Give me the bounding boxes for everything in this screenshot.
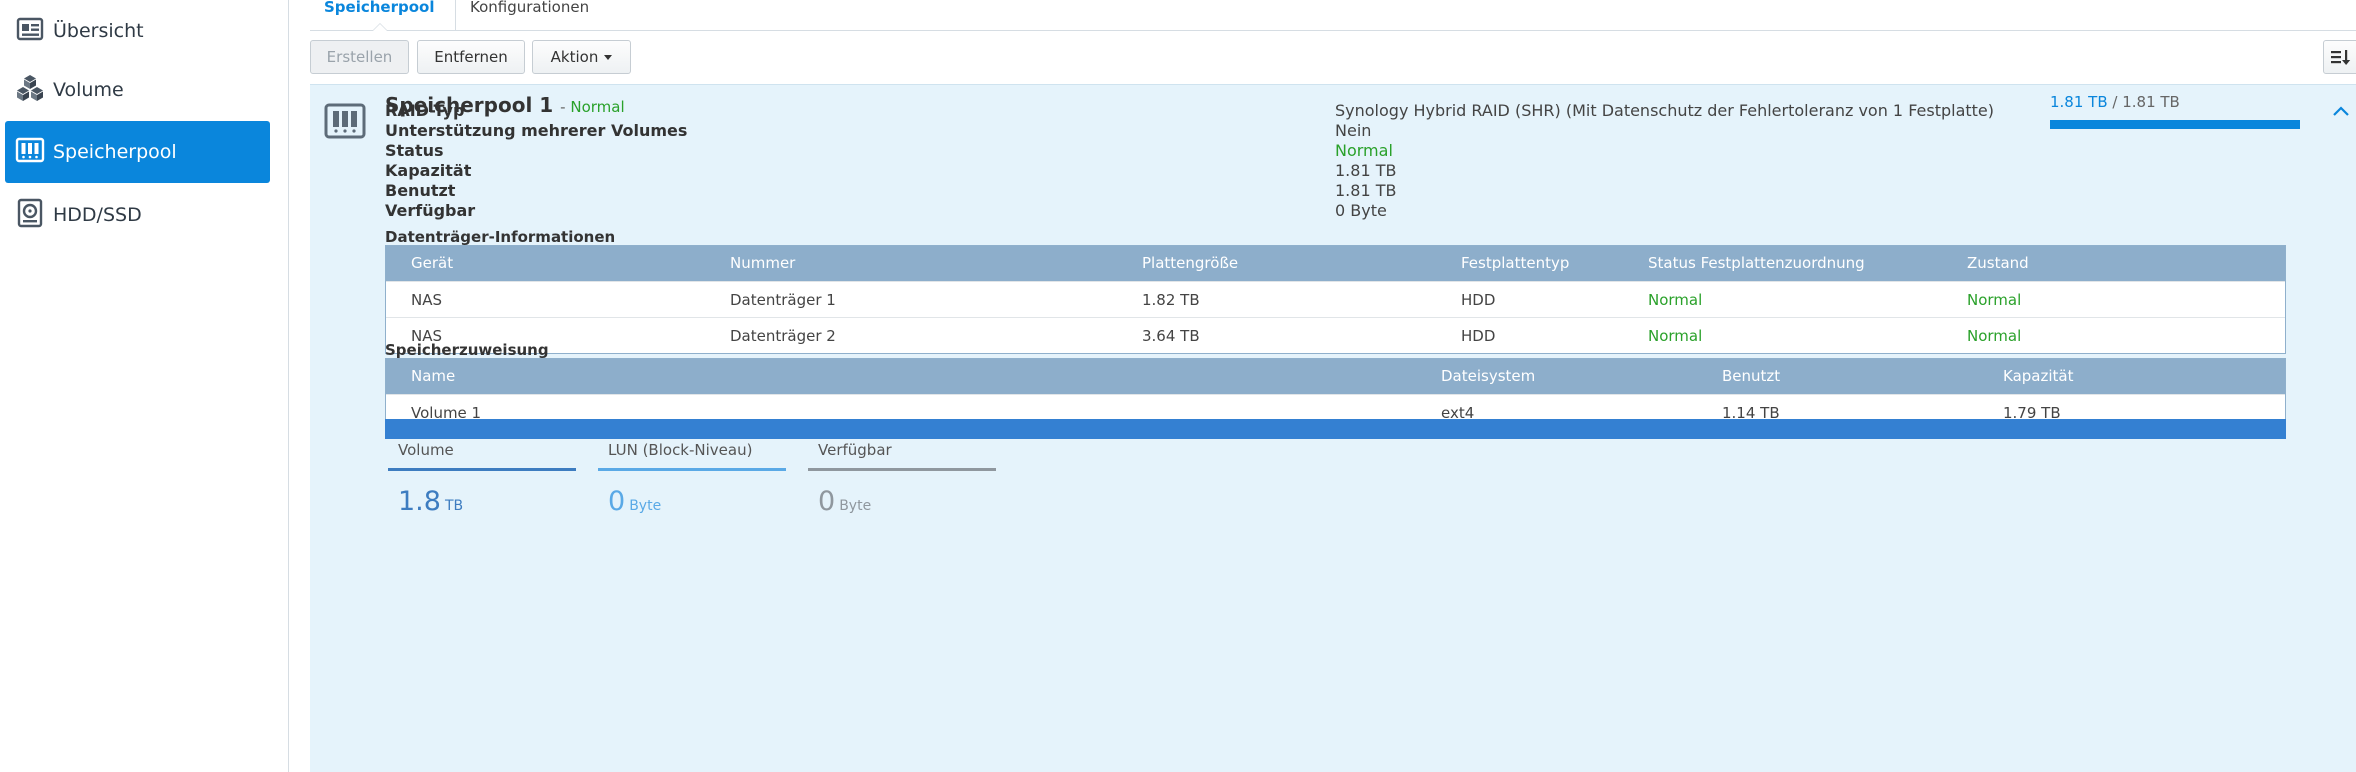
disk-info-table: Gerät Nummer Plattengröße Festplattentyp… — [385, 245, 2286, 354]
table-row[interactable]: NAS Datenträger 2 3.64 TB HDD Normal Nor… — [386, 317, 2285, 353]
property-label-available: Verfügbar — [385, 201, 476, 220]
legend-label: Verfügbar — [818, 441, 892, 459]
table-cell: 3.64 TB — [1142, 327, 1200, 345]
table-row[interactable]: NAS Datenträger 1 1.82 TB HDD Normal Nor… — [386, 281, 2285, 317]
pool-capacity-separator: / — [2107, 93, 2123, 111]
property-value-available: 0 Byte — [1335, 201, 1387, 220]
sidebar-item-hdd-ssd[interactable]: HDD/SSD — [5, 184, 270, 246]
hdd-icon — [17, 198, 43, 228]
property-value-raid: Synology Hybrid RAID (SHR) (Mit Datensch… — [1335, 101, 1995, 120]
pool-status: - Normal — [560, 98, 624, 116]
table-cell: HDD — [1461, 327, 1496, 345]
storage-pool-icon — [324, 103, 366, 139]
pool-capacity-text: 1.81 TB / 1.81 TB — [2050, 93, 2180, 111]
sidebar-item-label: Übersicht — [53, 20, 144, 42]
legend-line — [598, 468, 786, 471]
legend-unit: Byte — [839, 498, 872, 514]
pool-usage-bar — [2050, 120, 2300, 129]
legend-value: 0 Byte — [818, 486, 871, 517]
legend-unit: TB — [444, 498, 464, 514]
property-value-capacity: 1.81 TB — [1335, 161, 1397, 180]
tab-konfigurationen[interactable]: Konfigurationen — [455, 0, 603, 31]
property-value-status: Normal — [1335, 141, 1393, 160]
table-cell: Normal — [1648, 291, 1703, 309]
pool-status-text: Normal — [570, 98, 625, 116]
active-tab-indicator — [372, 23, 388, 31]
create-button-label: Erstellen — [326, 48, 393, 66]
legend-label: LUN (Block-Niveau) — [608, 441, 753, 459]
remove-button-label: Entfernen — [434, 48, 508, 66]
table-header: Name Dateisystem Benutzt Kapazität — [386, 359, 2285, 394]
column-header: Status Festplattenzuordnung — [1648, 254, 1865, 272]
sidebar-item-label: Volume — [53, 79, 124, 101]
sort-button[interactable] — [2323, 40, 2356, 74]
pool-capacity-total: 1.81 TB — [2122, 93, 2180, 111]
table-cell: Datenträger 1 — [730, 291, 836, 309]
sidebar: Übersicht Volume Speicherpool HDD/SSD — [0, 0, 289, 772]
allocation-bar — [385, 419, 2286, 439]
column-header: Name — [411, 367, 456, 385]
volume-icon — [17, 75, 43, 101]
legend-value: 1.8 TB — [398, 486, 463, 517]
column-header: Dateisystem — [1441, 367, 1536, 385]
column-header: Gerät — [411, 254, 454, 272]
table-cell: NAS — [411, 291, 443, 309]
table-cell: Normal — [1648, 327, 1703, 345]
column-header: Kapazität — [2003, 367, 2074, 385]
disk-info-title: Datenträger-Informationen — [385, 228, 616, 246]
table-header: Gerät Nummer Plattengröße Festplattentyp… — [386, 246, 2285, 281]
action-dropdown-button[interactable]: Aktion — [532, 40, 631, 74]
column-header: Nummer — [730, 254, 796, 272]
column-header: Benutzt — [1722, 367, 1781, 385]
legend-value: 0 Byte — [608, 486, 661, 517]
legend-number: 0 — [608, 486, 626, 517]
pool-status-separator: - — [560, 98, 571, 116]
sidebar-item-label: Speicherpool — [53, 141, 177, 163]
tab-bar: Speicherpool Konfigurationen — [310, 0, 2356, 31]
sidebar-item-label: HDD/SSD — [53, 204, 142, 226]
action-button-label: Aktion — [550, 48, 599, 66]
overview-icon — [16, 17, 44, 41]
create-button[interactable]: Erstellen — [310, 40, 409, 74]
chevron-up-icon[interactable] — [2330, 101, 2352, 123]
property-label-raid: RAID-Typ — [385, 101, 465, 120]
column-header: Zustand — [1967, 254, 2029, 272]
remove-button[interactable]: Entfernen — [417, 40, 525, 74]
legend-unit: Byte — [629, 498, 662, 514]
legend-number: 0 — [818, 486, 836, 517]
storage-pool-panel: Speicherpool 1 - Normal 1.81 TB / 1.81 T… — [310, 84, 2356, 772]
legend-line — [388, 468, 576, 471]
sidebar-item-overview[interactable]: Übersicht — [5, 0, 270, 62]
allocation-title: Speicherzuweisung — [385, 341, 549, 359]
table-cell: Normal — [1967, 327, 2022, 345]
legend-line — [808, 468, 996, 471]
property-label-used: Benutzt — [385, 181, 456, 200]
legend-label: Volume — [398, 441, 454, 459]
property-value-used: 1.81 TB — [1335, 181, 1397, 200]
property-label-status: Status — [385, 141, 444, 160]
sidebar-item-volume[interactable]: Volume — [5, 59, 270, 121]
property-label-capacity: Kapazität — [385, 161, 472, 180]
column-header: Festplattentyp — [1461, 254, 1570, 272]
property-label-multi-volume: Unterstützung mehrerer Volumes — [385, 121, 688, 140]
sort-icon — [2331, 50, 2351, 65]
table-cell: 1.82 TB — [1142, 291, 1200, 309]
table-cell: HDD — [1461, 291, 1496, 309]
legend-number: 1.8 — [398, 486, 441, 517]
pool-capacity-used: 1.81 TB — [2050, 93, 2108, 111]
storage-pool-icon — [15, 137, 45, 163]
property-value-multi-volume: Nein — [1335, 121, 1372, 140]
sidebar-item-speicherpool[interactable]: Speicherpool — [5, 121, 270, 183]
table-cell: Datenträger 2 — [730, 327, 836, 345]
caret-down-icon — [604, 54, 613, 60]
table-cell: Normal — [1967, 291, 2022, 309]
column-header: Plattengröße — [1142, 254, 1239, 272]
